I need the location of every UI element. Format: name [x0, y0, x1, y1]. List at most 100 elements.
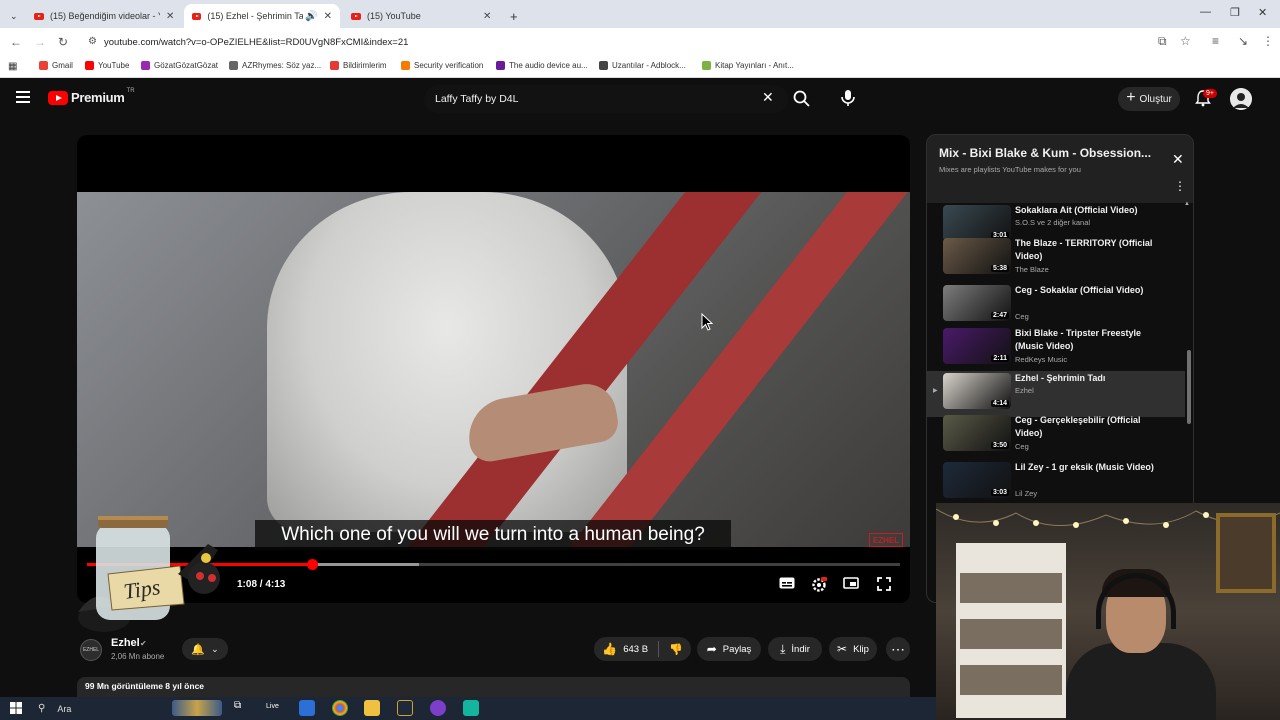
clip-button[interactable]: ✂ Klip: [829, 637, 877, 661]
close-window-icon[interactable]: ✕: [1258, 6, 1267, 19]
browser-tab-ezhel[interactable]: (15) Ezhel - Şehrimin Tadı - YouTube 🔊 ✕: [184, 4, 340, 28]
playlist-thumbnail[interactable]: 4:14: [943, 373, 1011, 409]
playlist-title[interactable]: Mix - Bixi Blake & Kum - Obsession...: [939, 146, 1179, 160]
tab-list-button[interactable]: ⌄: [2, 4, 26, 28]
search-input[interactable]: Laffy Taffy by D4L: [424, 85, 788, 113]
bookmark-bildirimlerim[interactable]: Bildirimlerim: [330, 61, 387, 70]
browser-tab-youtube[interactable]: (15) YouTube ✕: [343, 4, 499, 28]
create-label: Oluştur: [1139, 93, 1172, 105]
close-icon[interactable]: ✕: [1172, 151, 1184, 168]
hamburger-menu-icon[interactable]: [16, 91, 30, 103]
playlist-item-channel[interactable]: The Blaze: [1015, 265, 1049, 274]
search-icon[interactable]: [792, 89, 812, 109]
playlist-thumbnail[interactable]: 3:50: [943, 415, 1011, 451]
fullscreen-icon[interactable]: [877, 577, 891, 594]
bookmark-adblock[interactable]: Uzantılar - Adblock...: [599, 61, 686, 70]
twitch-app-icon[interactable]: [430, 700, 446, 716]
bookmark-audio-device[interactable]: The audio device au...: [496, 61, 588, 70]
account-avatar[interactable]: [1230, 88, 1252, 110]
playlist-item-current[interactable]: ▶ 4:14 Ezhel - Şehrimin Tadı Ezhel: [927, 371, 1185, 417]
playlist-item[interactable]: 3:50 Ceg - Gerçekleşebilir (Official Vide…: [927, 413, 1185, 459]
channel-avatar[interactable]: EZHEL: [80, 639, 102, 661]
install-app-icon[interactable]: ⧉: [1158, 34, 1167, 49]
microphone-icon[interactable]: [838, 87, 858, 109]
search-highlight-image[interactable]: [172, 700, 222, 716]
playlist-item[interactable]: 5:38 The Blaze - TERRITORY (Official Vide…: [927, 236, 1185, 282]
media-control-icon[interactable]: ≡: [1212, 34, 1219, 48]
thumbs-down-icon[interactable]: 👎: [669, 643, 683, 656]
create-button[interactable]: + Oluştur: [1118, 87, 1180, 111]
playlist-item-title[interactable]: Bixi Blake - Tripster Freestyle (Music V…: [1015, 327, 1155, 353]
clear-search-icon[interactable]: ✕: [762, 89, 774, 106]
bookmark-kitap[interactable]: Kitap Yayınları - Anıt...: [702, 61, 794, 70]
playlist-thumbnail[interactable]: 5:38: [943, 238, 1011, 274]
reload-icon[interactable]: ↻: [58, 35, 68, 49]
back-icon[interactable]: ←: [10, 35, 22, 49]
like-count[interactable]: 643 B: [623, 644, 648, 655]
new-tab-button[interactable]: +: [502, 4, 526, 28]
chrome-app-icon[interactable]: [332, 700, 348, 716]
watermark-text: EZHEL: [872, 535, 900, 545]
close-tab-icon[interactable]: ✕: [483, 11, 491, 22]
playlist-item-channel[interactable]: S.O.S ve 2 diğer kanal: [1015, 218, 1090, 227]
minimize-icon[interactable]: —: [1200, 6, 1211, 18]
playlist-scrollbar-thumb[interactable]: [1187, 350, 1191, 424]
bookmark-star-icon[interactable]: ☆: [1180, 34, 1191, 48]
youtube-premium-logo[interactable]: Premium TR: [48, 88, 135, 105]
playlist-item-channel[interactable]: Lil Zey: [1015, 489, 1037, 498]
share-button[interactable]: ➦ Paylaş: [697, 637, 761, 661]
more-actions-button[interactable]: ⋯: [886, 637, 910, 661]
bookmark-azrhymes[interactable]: AZRhymes: Söz yaz...: [229, 61, 321, 70]
playlist-item-title[interactable]: Lil Zey - 1 gr eksik (Music Video): [1015, 461, 1155, 474]
subscription-bell-button[interactable]: 🔔 ⌄: [182, 638, 228, 660]
speaker-icon[interactable]: 🔊: [305, 11, 317, 22]
address-bar[interactable]: ⚙ youtube.com/watch?v=o-OPeZIELHE&list=R…: [80, 31, 1200, 53]
calendar-app-icon[interactable]: [299, 700, 315, 716]
playlist-thumbnail[interactable]: 3:03: [943, 462, 1011, 498]
playlist-thumbnail[interactable]: 2:47: [943, 285, 1011, 321]
channel-watermark[interactable]: EZHEL: [869, 533, 903, 547]
playlist-item[interactable]: 2:11 Bixi Blake - Tripster Freestyle (Mus…: [927, 326, 1185, 372]
bookmark-gozat[interactable]: GözatGözatGözat: [141, 61, 218, 70]
forward-icon[interactable]: →: [34, 35, 46, 49]
subtitles-icon[interactable]: [779, 577, 795, 592]
playlist-item[interactable]: 3:03 Lil Zey - 1 gr eksik (Music Video) Li…: [927, 460, 1185, 506]
download-button[interactable]: ⤓ İndir: [768, 637, 822, 661]
close-tab-icon[interactable]: ✕: [324, 11, 332, 22]
bookmark-gmail[interactable]: Gmail: [39, 61, 73, 70]
description-box[interactable]: 99 Mn görüntüleme 8 yıl önce: [77, 677, 910, 697]
stream-app-icon[interactable]: [463, 700, 479, 716]
playlist-item-title[interactable]: The Blaze - TERRITORY (Official Video): [1015, 237, 1155, 263]
obs-app-icon[interactable]: [397, 700, 413, 716]
apps-grid-icon[interactable]: ▦: [8, 61, 17, 72]
playlist-thumbnail[interactable]: 2:11: [943, 328, 1011, 364]
browser-menu-icon[interactable]: ⋮: [1262, 34, 1274, 48]
windows-start-icon[interactable]: [10, 702, 22, 714]
site-info-icon[interactable]: ⚙: [88, 36, 97, 47]
playlist-item-title[interactable]: Sokaklara Ait (Official Video): [1015, 204, 1155, 217]
settings-gear-icon[interactable]: [811, 577, 827, 596]
channel-name[interactable]: Ezhel: [111, 637, 140, 649]
playlist-item-title[interactable]: Ezhel - Şehrimin Tadı: [1015, 372, 1155, 385]
close-tab-icon[interactable]: ✕: [166, 11, 174, 22]
playlist-item[interactable]: 2:47 Ceg - Sokaklar (Official Video) Ceg: [927, 283, 1185, 329]
task-view-icon[interactable]: ⧉: [234, 700, 250, 716]
browser-tab-liked-videos[interactable]: (15) Beğendiğim videolar - YouTube ✕: [26, 4, 182, 28]
progress-scrubber[interactable]: [307, 559, 319, 570]
playlist-item-channel[interactable]: RedKeys Music: [1015, 355, 1067, 364]
playlist-item-title[interactable]: Ceg - Sokaklar (Official Video): [1015, 284, 1155, 297]
playlist-item-channel[interactable]: Ceg: [1015, 442, 1029, 451]
restore-icon[interactable]: ❐: [1230, 6, 1240, 19]
more-vertical-icon[interactable]: ⋮: [1174, 179, 1186, 193]
theater-mode-icon[interactable]: [843, 577, 859, 592]
scroll-up-arrow-icon[interactable]: ▲: [1184, 201, 1190, 207]
playlist-item-title[interactable]: Ceg - Gerçekleşebilir (Official Video): [1015, 414, 1155, 440]
live-app-icon[interactable]: Live: [266, 703, 282, 719]
file-explorer-icon[interactable]: [364, 700, 380, 716]
bookmark-security[interactable]: Security verification: [401, 61, 483, 70]
playlist-item-channel[interactable]: Ceg: [1015, 312, 1029, 321]
extension-icon[interactable]: ↘: [1238, 34, 1248, 48]
bookmark-youtube[interactable]: YouTube: [85, 61, 129, 70]
thumbs-up-icon[interactable]: 👍: [602, 642, 617, 656]
playlist-item-channel[interactable]: Ezhel: [1015, 386, 1034, 395]
